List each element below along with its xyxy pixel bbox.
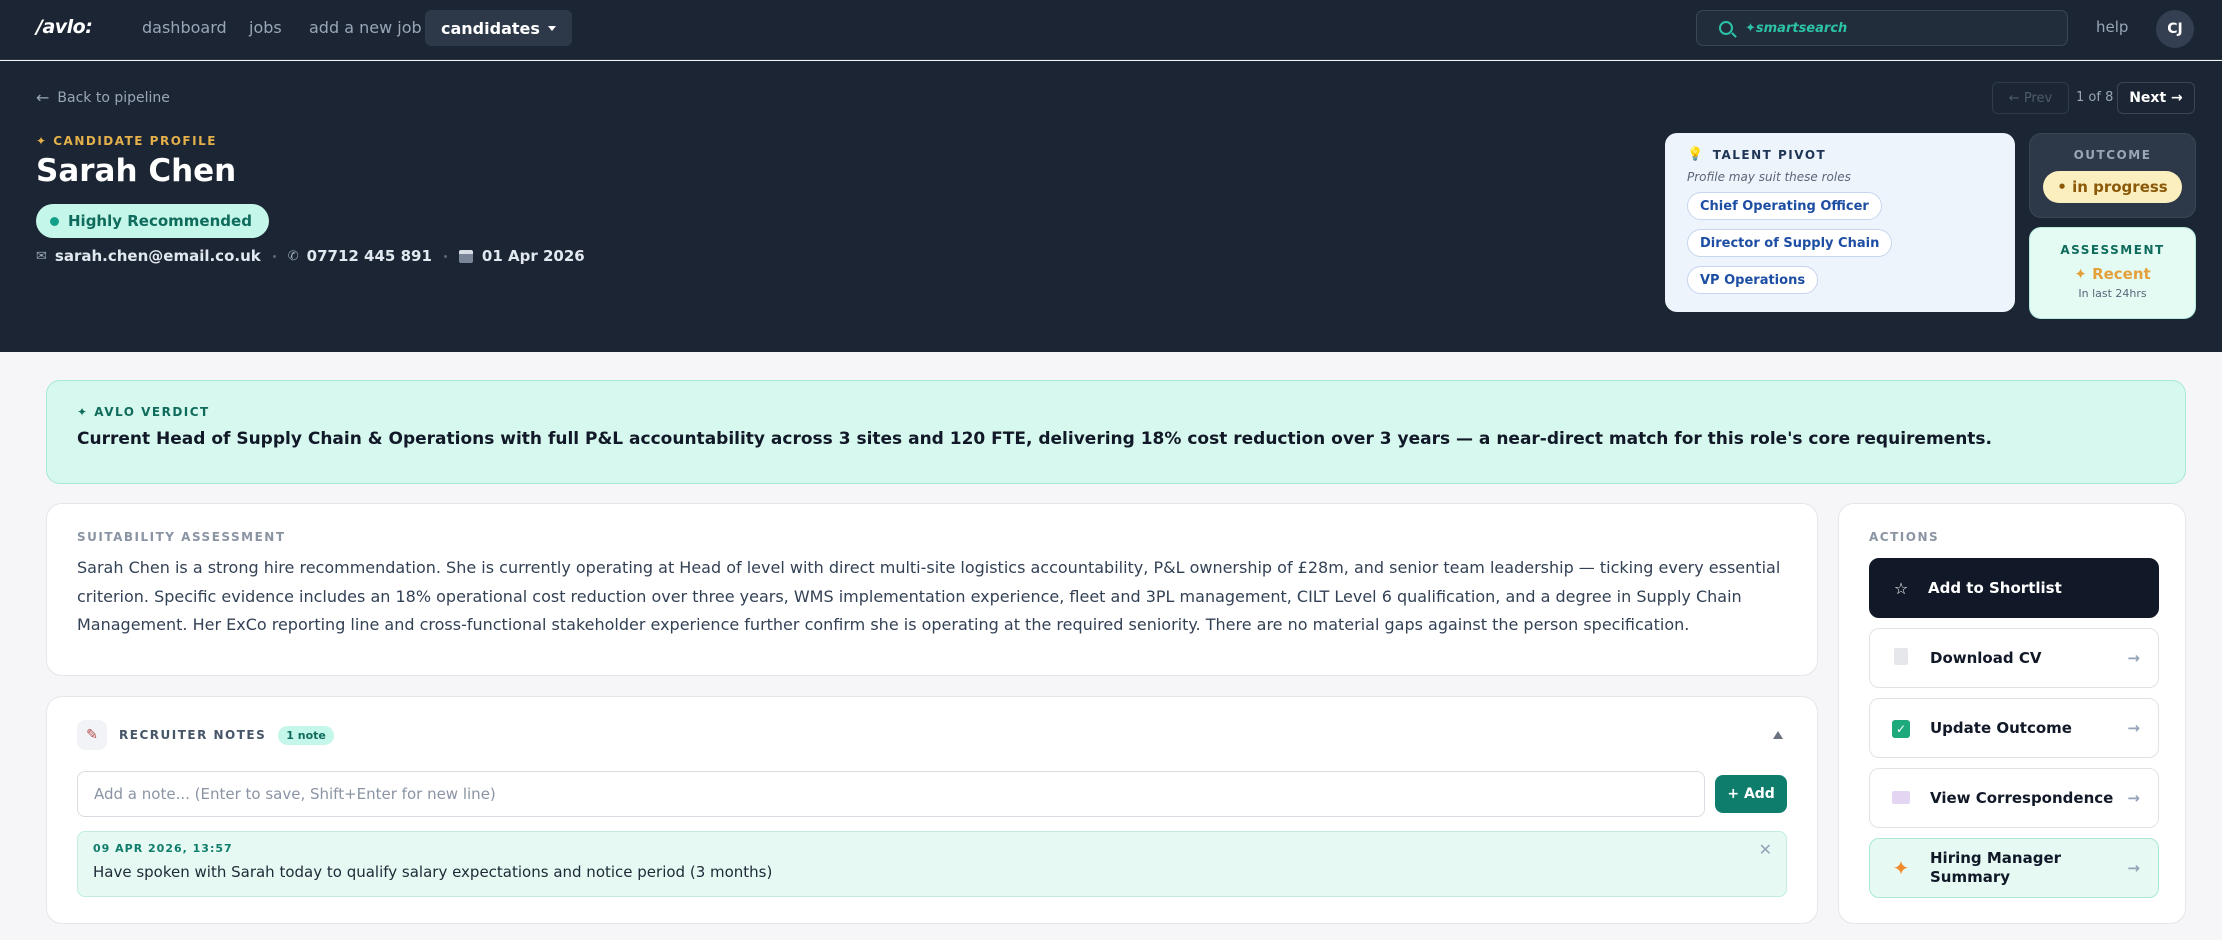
- assessment-value: ✦ Recent: [2074, 265, 2151, 283]
- note-text: Have spoken with Sarah today to qualify …: [93, 863, 773, 881]
- outcome-status-badge: • in progress: [2043, 171, 2182, 203]
- note-item: 09 APR 2026, 13:57 Have spoken with Sara…: [77, 831, 1787, 897]
- verdict-text: Current Head of Supply Chain & Operation…: [77, 429, 1992, 449]
- suitability-assessment-card: SUITABILITY ASSESSMENT Sarah Chen is a s…: [46, 503, 1818, 676]
- envelope-icon: [1892, 789, 1910, 808]
- add-note-button[interactable]: + Add: [1715, 775, 1787, 813]
- candidate-header: ← Back to pipeline ← Prev 1 of 8 Next → …: [0, 61, 2222, 352]
- candidate-email[interactable]: sarah.chen@email.co.uk: [55, 247, 261, 265]
- hiring-summary-label: Hiring Manager Summary: [1930, 849, 2062, 886]
- phone-icon: ✆: [287, 248, 299, 264]
- checkbox-icon: ✓: [1892, 718, 1910, 738]
- note-entry-row: + Add: [77, 771, 1787, 817]
- hiring-manager-summary-button[interactable]: ✦ Hiring Manager Summary →: [1869, 838, 2159, 898]
- lightbulb-icon: 💡: [1687, 147, 1705, 162]
- notepad-icon: ✎: [77, 720, 107, 750]
- outcome-label: OUTCOME: [2073, 148, 2152, 162]
- next-button[interactable]: Next →: [2117, 82, 2195, 114]
- nav-add-job[interactable]: add a new job: [309, 18, 422, 37]
- talent-pivot-subtitle: Profile may suit these roles: [1687, 170, 1851, 184]
- arrow-right-icon: →: [2127, 649, 2140, 667]
- update-outcome-label: Update Outcome: [1930, 719, 2072, 737]
- document-icon: [1892, 647, 1910, 669]
- talent-pivot-card: 💡 TALENT PIVOT Profile may suit these ro…: [1665, 133, 2015, 312]
- arrow-right-icon: →: [2127, 789, 2140, 807]
- recommendation-label: Highly Recommended: [68, 212, 252, 230]
- profile-eyebrow: ✦ CANDIDATE PROFILE: [36, 134, 217, 148]
- update-outcome-button[interactable]: ✓ Update Outcome →: [1869, 698, 2159, 758]
- chevron-up-icon[interactable]: [1773, 731, 1783, 739]
- arrow-right-icon: →: [2127, 719, 2140, 737]
- top-navigation: /avlo: dashboard jobs add a new job cand…: [0, 0, 2222, 60]
- shortlist-label: Add to Shortlist: [1928, 579, 2062, 597]
- status-dot-icon: [50, 216, 59, 226]
- nav-help[interactable]: help: [2096, 18, 2128, 36]
- assessment-label: ASSESSMENT: [2060, 243, 2165, 257]
- chevron-down-icon: [547, 25, 556, 31]
- separator-dot: [272, 254, 276, 258]
- nav-dashboard[interactable]: dashboard: [142, 18, 227, 37]
- candidate-date: 01 Apr 2026: [481, 247, 585, 265]
- mail-icon: ✉: [36, 248, 47, 264]
- back-label: Back to pipeline: [57, 89, 170, 106]
- user-avatar[interactable]: CJ: [2156, 10, 2194, 48]
- search-icon: [1719, 21, 1733, 35]
- separator-dot: [443, 254, 447, 258]
- notes-header[interactable]: ✎ RECRUITER NOTES 1 note: [77, 719, 1787, 751]
- avlo-verdict-card: ✦ AVLO VERDICT Current Head of Supply Ch…: [46, 380, 2186, 484]
- download-cv-label: Download CV: [1930, 649, 2042, 667]
- assessment-card: ASSESSMENT ✦ Recent In last 24hrs: [2029, 227, 2196, 319]
- actions-card: ACTIONS ☆ Add to Shortlist Download CV →…: [1838, 503, 2186, 924]
- logo[interactable]: /avlo:: [36, 16, 93, 38]
- prev-button[interactable]: ← Prev: [1992, 82, 2069, 114]
- back-to-pipeline-link[interactable]: ← Back to pipeline: [36, 88, 170, 107]
- nav-candidates-dropdown[interactable]: candidates: [425, 10, 572, 46]
- pivot-role-list: Chief Operating Officer Director of Supp…: [1687, 192, 1993, 294]
- suitability-text: Sarah Chen is a strong hire recommendati…: [77, 558, 1781, 634]
- close-icon[interactable]: ✕: [1759, 840, 1772, 859]
- star-icon: ☆: [1893, 578, 1909, 598]
- outcome-card: OUTCOME • in progress: [2029, 133, 2196, 218]
- add-to-shortlist-button[interactable]: ☆ Add to Shortlist: [1869, 558, 2159, 618]
- candidate-name: Sarah Chen: [36, 153, 237, 189]
- smartsearch-box[interactable]: [1696, 10, 2068, 46]
- notes-count-badge: 1 note: [278, 725, 334, 745]
- note-input[interactable]: [77, 771, 1706, 817]
- verdict-label: ✦ AVLO VERDICT: [77, 405, 210, 419]
- assessment-subtext: In last 24hrs: [2078, 287, 2147, 300]
- talent-pivot-heading: 💡 TALENT PIVOT: [1687, 147, 1993, 162]
- arrow-left-icon: ←: [36, 88, 50, 107]
- suitability-label: SUITABILITY ASSESSMENT: [77, 530, 286, 544]
- recruiter-notes-card: ✎ RECRUITER NOTES 1 note + Add 09 APR 20…: [46, 696, 1818, 924]
- sparkle-icon: ✦: [1892, 855, 1910, 880]
- arrow-right-icon: →: [2127, 858, 2140, 877]
- note-timestamp: 09 APR 2026, 13:57: [93, 842, 233, 855]
- nav-candidates-label: candidates: [441, 18, 540, 38]
- actions-label: ACTIONS: [1869, 530, 1940, 544]
- nav-jobs[interactable]: jobs: [249, 18, 282, 37]
- contact-details: ✉ sarah.chen@email.co.uk ✆ 07712 445 891…: [36, 247, 585, 265]
- view-correspondence-label: View Correspondence: [1930, 789, 2114, 807]
- pivot-role-chip[interactable]: VP Operations: [1687, 266, 1819, 294]
- calendar-icon: [458, 249, 473, 263]
- talent-pivot-title: TALENT PIVOT: [1712, 147, 1827, 162]
- pivot-role-chip[interactable]: Director of Supply Chain: [1687, 229, 1893, 257]
- recommendation-badge: Highly Recommended: [36, 204, 269, 238]
- page-count: 1 of 8: [2076, 90, 2114, 105]
- search-input[interactable]: [1745, 20, 2045, 36]
- candidate-phone[interactable]: 07712 445 891: [307, 247, 432, 265]
- view-correspondence-button[interactable]: View Correspondence →: [1869, 768, 2159, 828]
- pivot-role-chip[interactable]: Chief Operating Officer: [1687, 192, 1882, 220]
- notes-label: RECRUITER NOTES: [119, 728, 267, 742]
- download-cv-button[interactable]: Download CV →: [1869, 628, 2159, 688]
